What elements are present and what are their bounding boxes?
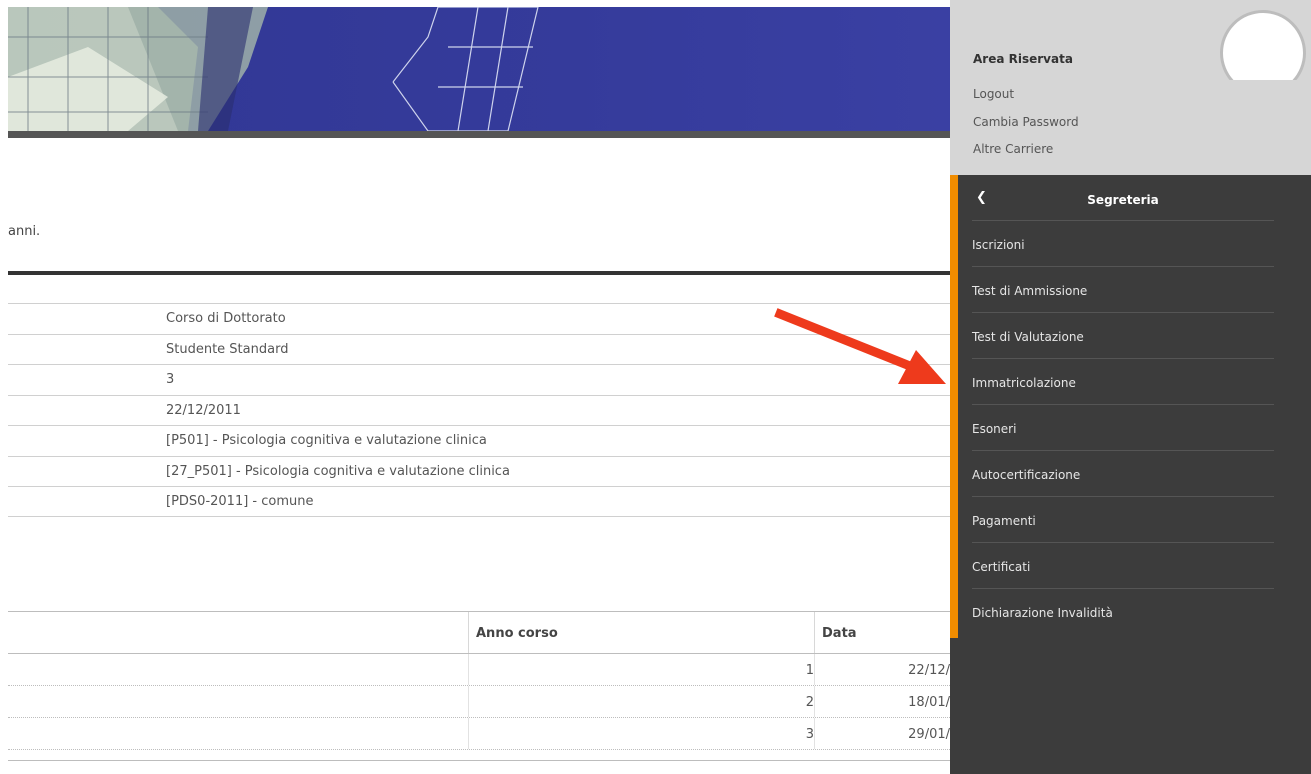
- menu-item-certificati[interactable]: Certificati: [972, 543, 1274, 589]
- cell-data: 18/01/: [908, 695, 950, 710]
- sidebar: Area Riservata Logout Cambia Password Al…: [950, 0, 1311, 774]
- info-value: Corso di Dottorato: [166, 311, 286, 326]
- menu-item-iscrizioni[interactable]: Iscrizioni: [972, 221, 1274, 267]
- info-value: 22/12/2011: [166, 402, 241, 418]
- menu-item-label: Test di Valutazione: [972, 330, 1084, 344]
- logout-link[interactable]: Logout: [973, 87, 1014, 101]
- info-row: [PDS0-2011] - comune: [8, 486, 950, 517]
- menu-item-label: Autocertificazione: [972, 468, 1081, 482]
- info-row: [P501] - Psicologia cognitiva e valutazi…: [8, 425, 950, 456]
- info-value: 3: [166, 372, 175, 387]
- table-row: 3 29/01/: [8, 718, 950, 750]
- cell-data: 29/01/: [908, 727, 950, 742]
- menu-item-label: Certificati: [972, 560, 1031, 574]
- change-password-link[interactable]: Cambia Password: [973, 115, 1079, 129]
- table-header: Anno corso Data: [8, 611, 950, 654]
- table-row: 1 22/12/: [8, 654, 950, 686]
- section-divider: [8, 271, 950, 275]
- menu-item-label: Immatricolazione: [972, 376, 1076, 390]
- menu-title: Segreteria: [1087, 193, 1159, 207]
- info-row: 22/12/2011: [8, 394, 950, 426]
- menu-item-label: Test di Ammissione: [972, 284, 1088, 298]
- menu-item-test-valutazione[interactable]: Test di Valutazione: [972, 313, 1274, 359]
- info-value: [PDS0-2011] - comune: [166, 494, 314, 509]
- menu-item-label: Esoneri: [972, 422, 1017, 436]
- column-divider: [814, 612, 815, 653]
- menu-item-label: Pagamenti: [972, 514, 1036, 528]
- table-row: 2 18/01/: [8, 686, 950, 718]
- cell-data: 22/12/: [908, 663, 950, 678]
- menu-header: ❮ Segreteria: [972, 175, 1274, 221]
- menu-item-test-ammissione[interactable]: Test di Ammissione: [972, 267, 1274, 313]
- info-value: [P501] - Psicologia cognitiva e valutazi…: [166, 433, 487, 448]
- menu-accent-bar: [950, 175, 958, 638]
- enrollment-history-table: Anno corso Data 1 22/12/ 2 18/01/ 3 29/0…: [8, 611, 950, 750]
- menu-item-label: Iscrizioni: [972, 238, 1025, 252]
- intro-text: anni.: [8, 224, 41, 239]
- banner-artwork: [8, 7, 539, 131]
- table-bottom-border: [8, 760, 950, 761]
- user-area: Area Riservata Logout Cambia Password Al…: [950, 0, 1311, 175]
- user-area-title: Area Riservata: [973, 52, 1073, 66]
- avatar[interactable]: [1220, 10, 1306, 80]
- cell-anno: 1: [805, 663, 814, 678]
- menu-item-dichiarazione-invalidita[interactable]: Dichiarazione Invalidità: [972, 589, 1274, 635]
- menu-item-autocertificazione[interactable]: Autocertificazione: [972, 451, 1274, 497]
- info-value: Studente Standard: [166, 341, 289, 357]
- info-value: [27_P501] - Psicologia cognitiva e valut…: [166, 463, 510, 479]
- menu-item-immatricolazione[interactable]: Immatricolazione: [972, 359, 1274, 405]
- menu-item-pagamenti[interactable]: Pagamenti: [972, 497, 1274, 543]
- cell-anno: 2: [805, 695, 814, 710]
- banner-divider: [8, 131, 950, 138]
- header-banner: [8, 7, 950, 131]
- secretariat-menu: ❮ Segreteria Iscrizioni Test di Ammissio…: [950, 175, 1311, 638]
- column-header-anno-corso[interactable]: Anno corso: [476, 626, 558, 641]
- info-row: [27_P501] - Psicologia cognitiva e valut…: [8, 455, 950, 487]
- avatar-icon: [1220, 10, 1306, 80]
- column-divider: [468, 612, 469, 653]
- cell-anno: 3: [805, 727, 814, 742]
- sidebar-footer-area: [950, 638, 1311, 774]
- other-careers-link[interactable]: Altre Carriere: [973, 142, 1053, 156]
- menu-item-esoneri[interactable]: Esoneri: [972, 405, 1274, 451]
- column-header-data[interactable]: Data: [822, 626, 857, 641]
- red-arrow-annotation: [774, 308, 946, 384]
- menu-item-label: Dichiarazione Invalidità: [972, 606, 1113, 620]
